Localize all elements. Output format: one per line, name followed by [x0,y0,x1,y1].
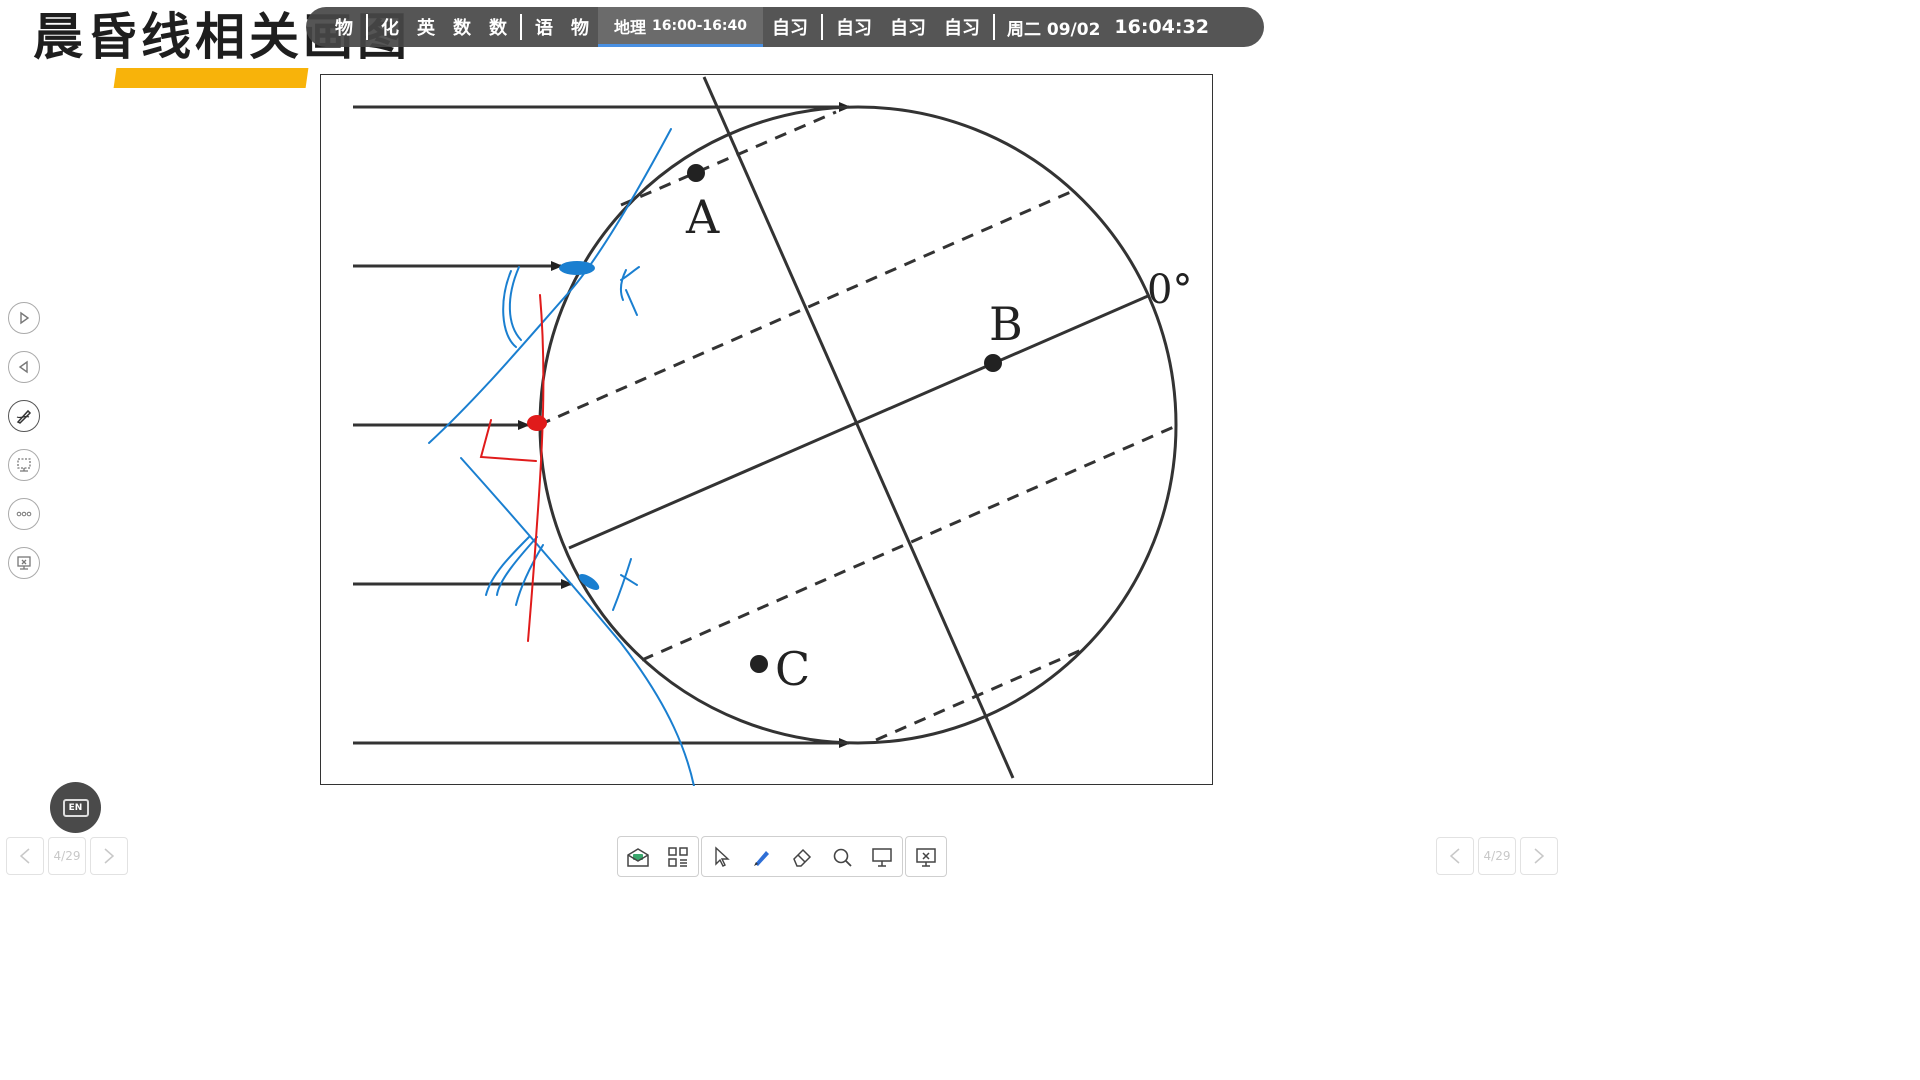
annotate-pen-icon[interactable] [8,400,40,432]
schedule-slot: 自习 [943,18,980,39]
red-marker-dot [527,415,547,431]
title-underline [113,68,309,88]
prev-page-button[interactable] [6,837,44,875]
latitude-line [620,110,837,207]
classroom-icon[interactable] [618,837,658,876]
page-indicator[interactable]: 4/29 [1478,837,1516,875]
close-presentation-icon[interactable] [906,837,946,876]
prev-page-button[interactable] [1436,837,1474,875]
schedule-slot: 自习 [889,18,926,39]
schedule-slot: 物 [571,18,589,39]
latitude-line [875,646,1087,742]
whiteboard-icon[interactable] [862,837,902,876]
play-next-icon[interactable] [8,302,40,334]
pager-right: 4/29 [1436,837,1562,875]
select-pointer-icon[interactable] [702,837,742,876]
apps-grid-icon[interactable] [658,837,698,876]
schedule-slot: 自习 [835,18,872,39]
earth-diagram: A B C 0° [353,76,1192,786]
red-stroke [527,294,545,642]
schedule-bar: 物 化 英 数 数 语 物 地理 16:00-16:40 自习 自习 自习 自习… [306,7,1264,47]
schedule-slot: 化 [381,18,399,39]
schedule-divider [820,14,823,40]
toolbar-group [617,836,699,877]
side-toolbar [8,302,40,596]
schedule-slot: 数 [453,18,471,39]
schedule-slot-active: 地理 16:00-16:40 [598,7,763,47]
play-prev-icon[interactable] [8,351,40,383]
equator-line [568,294,1149,550]
point-b-dot [984,354,1002,372]
blue-stroke [619,266,640,316]
toolbar-group [701,836,903,877]
clock: 16:04:32 [1114,16,1209,38]
language-button[interactable]: EN [50,782,101,833]
schedule-slot: 语 [535,18,553,39]
schedule-divider [520,14,522,40]
blue-stroke [428,128,672,444]
next-page-button[interactable] [1520,837,1558,875]
screen-tool-icon[interactable] [8,449,40,481]
exit-slide-icon[interactable] [8,547,40,579]
blue-marker-dot [559,261,595,275]
active-time: 16:00-16:40 [652,17,747,34]
schedule-slot: 英 [417,18,435,39]
schedule-slot: 自习 [771,18,808,39]
date-label: 周二 09/02 [1006,19,1101,40]
schedule-divider [992,14,995,40]
label-zero-degree: 0° [1147,267,1192,313]
bottom-toolbar [617,836,949,877]
earth-axis [702,76,1015,779]
page-indicator[interactable]: 4/29 [48,837,86,875]
language-label: EN [62,798,89,817]
blue-stroke [612,558,638,611]
toolbar-group [905,836,947,877]
point-c-dot [750,655,768,673]
label-a: A [685,190,720,244]
next-page-button[interactable] [90,837,128,875]
schedule-divider [366,14,368,40]
search-icon[interactable] [822,837,862,876]
schedule-slot: 物 [335,18,353,39]
blue-stroke [508,266,522,341]
slide-figure: A B C 0° [320,74,1213,786]
label-b: B [989,297,1023,351]
label-c: C [775,642,810,696]
pen-icon[interactable] [742,837,782,876]
schedule-slot: 数 [489,18,507,39]
point-a-dot [687,164,705,182]
more-icon[interactable] [8,498,40,530]
red-annotations [479,294,545,642]
eraser-icon[interactable] [782,837,822,876]
blue-annotations [428,128,695,786]
pager-left: 4/29 [6,837,132,875]
active-subject: 地理 [614,17,647,37]
